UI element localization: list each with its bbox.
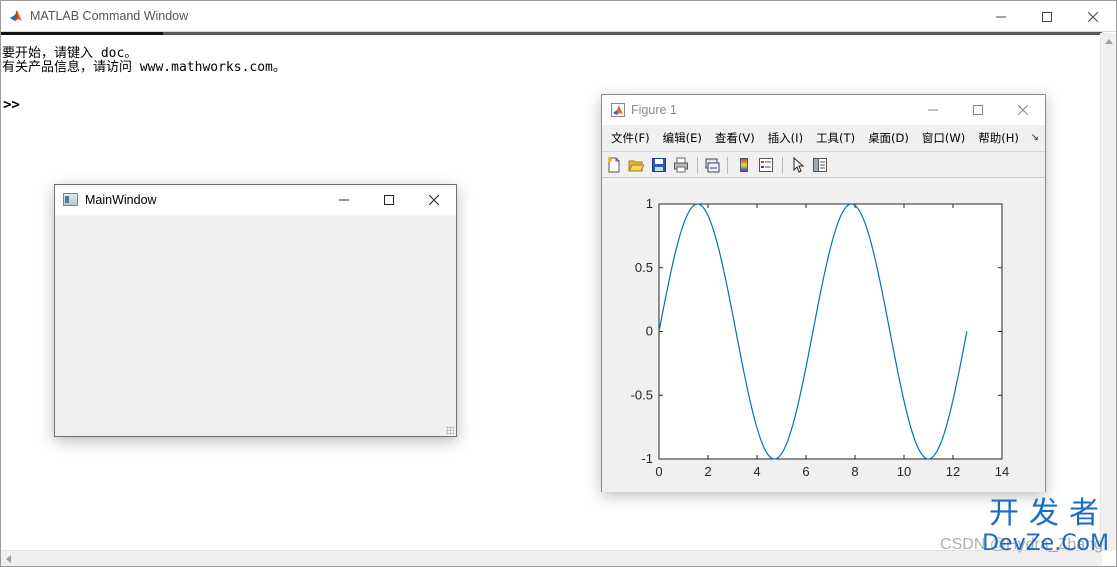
console-output[interactable]: 要开始，请键入 doc。 有关产品信息，请访问 www.mathworks.com… — [2, 47, 286, 75]
y-tick-label: -0.5 — [631, 387, 653, 402]
maximize-button[interactable] — [955, 95, 1000, 125]
property-inspector-icon — [813, 158, 827, 172]
close-button[interactable] — [1070, 1, 1116, 32]
command-window-divider — [1, 32, 1102, 35]
minimize-icon — [996, 16, 1006, 17]
maximize-icon — [1042, 11, 1052, 22]
link-plot-icon — [705, 158, 720, 173]
y-tick-label: -1 — [641, 451, 653, 466]
toolbar-separator — [727, 157, 728, 174]
minimize-button[interactable] — [978, 1, 1024, 32]
close-icon — [428, 195, 439, 205]
window-title: MainWindow — [85, 193, 157, 207]
print-button[interactable] — [672, 156, 690, 174]
x-tick-label: 8 — [851, 464, 858, 479]
x-tick-label: 6 — [802, 464, 809, 479]
print-icon — [674, 157, 688, 173]
close-button[interactable] — [411, 185, 456, 215]
x-tick-label: 0 — [655, 464, 662, 479]
menu-insert[interactable]: 插入(I) — [762, 130, 810, 146]
x-tick-label: 14 — [995, 464, 1009, 479]
toolbar-separator — [782, 157, 783, 174]
maximize-icon — [383, 195, 394, 205]
vertical-scrollbar[interactable] — [1100, 33, 1116, 551]
pointer-button[interactable] — [789, 156, 807, 174]
plot-area[interactable]: 0 2 4 6 8 10 12 14 1 0.5 0 -0.5 -1 — [602, 179, 1045, 492]
y-tick-label: 0.5 — [635, 260, 653, 275]
y-tick-label: 1 — [646, 196, 653, 211]
colorbar-button[interactable] — [735, 156, 753, 174]
dock-arrow-icon[interactable]: ↘ — [1031, 132, 1039, 143]
scroll-left-icon[interactable] — [6, 555, 11, 563]
menu-file[interactable]: 文件(F) — [605, 130, 657, 146]
x-tick-label: 2 — [704, 464, 711, 479]
menu-window[interactable]: 窗口(W) — [916, 130, 972, 146]
qt-main-window[interactable]: MainWindow — [54, 184, 457, 437]
window-app-icon — [63, 193, 78, 206]
new-figure-button[interactable] — [605, 156, 623, 174]
console-line: 有关产品信息，请访问 www.mathworks.com。 — [2, 60, 286, 75]
menu-help[interactable]: 帮助(H) — [972, 130, 1026, 146]
matlab-logo-icon — [10, 10, 22, 21]
legend-button[interactable] — [757, 156, 775, 174]
close-icon — [1088, 11, 1098, 22]
title-bar[interactable]: MainWindow — [55, 185, 456, 215]
toolbar-separator — [697, 157, 698, 174]
title-bar[interactable]: Figure 1 — [602, 95, 1045, 125]
figure-window[interactable]: Figure 1 文件(F) 编辑(E) 查看(V) 插入(I) 工具(T) 桌… — [601, 94, 1046, 492]
horizontal-scrollbar[interactable] — [1, 550, 1102, 566]
link-plot-button[interactable] — [703, 156, 721, 174]
x-tick-label: 10 — [897, 464, 911, 479]
save-icon — [652, 158, 666, 172]
title-bar[interactable]: MATLAB Command Window — [1, 1, 1116, 32]
new-figure-icon — [608, 157, 620, 173]
figure-matlab-icon — [611, 103, 625, 117]
menu-view[interactable]: 查看(V) — [709, 130, 762, 146]
axes-plot[interactable]: 0 2 4 6 8 10 12 14 1 0.5 0 -0.5 -1 — [602, 179, 1045, 492]
maximize-button[interactable] — [1024, 1, 1070, 32]
divider-highlight — [1, 32, 163, 35]
menu-desktop[interactable]: 桌面(D) — [862, 130, 916, 146]
window-title: Figure 1 — [631, 103, 677, 117]
x-tick-label: 12 — [946, 464, 960, 479]
save-button[interactable] — [650, 156, 668, 174]
y-tick-label: 0 — [646, 324, 653, 339]
resize-grip-icon[interactable] — [446, 426, 454, 434]
menu-edit[interactable]: 编辑(E) — [657, 130, 709, 146]
figure-toolbar — [602, 151, 1045, 178]
colorbar-icon — [740, 158, 748, 172]
property-inspector-button[interactable] — [811, 156, 829, 174]
console-line: 要开始，请键入 doc。 — [2, 46, 138, 61]
legend-icon — [759, 158, 773, 172]
window-title: MATLAB Command Window — [30, 9, 189, 23]
minimize-button[interactable] — [910, 95, 955, 125]
minimize-icon — [338, 199, 349, 201]
open-folder-icon — [628, 160, 644, 172]
minimize-button[interactable] — [321, 185, 366, 215]
open-button[interactable] — [627, 156, 645, 174]
menu-tools[interactable]: 工具(T) — [810, 130, 862, 146]
scroll-up-icon[interactable] — [1105, 39, 1113, 44]
maximize-button[interactable] — [366, 185, 411, 215]
figure-menu-bar: 文件(F) 编辑(E) 查看(V) 插入(I) 工具(T) 桌面(D) 窗口(W… — [602, 125, 1045, 151]
axes-box — [658, 203, 1003, 460]
command-prompt[interactable]: >> — [3, 97, 20, 113]
close-button[interactable] — [1000, 95, 1045, 125]
pointer-icon — [793, 157, 805, 173]
minimize-icon — [927, 109, 938, 111]
close-icon — [1017, 105, 1028, 115]
maximize-icon — [972, 105, 983, 115]
x-tick-label: 4 — [753, 464, 760, 479]
